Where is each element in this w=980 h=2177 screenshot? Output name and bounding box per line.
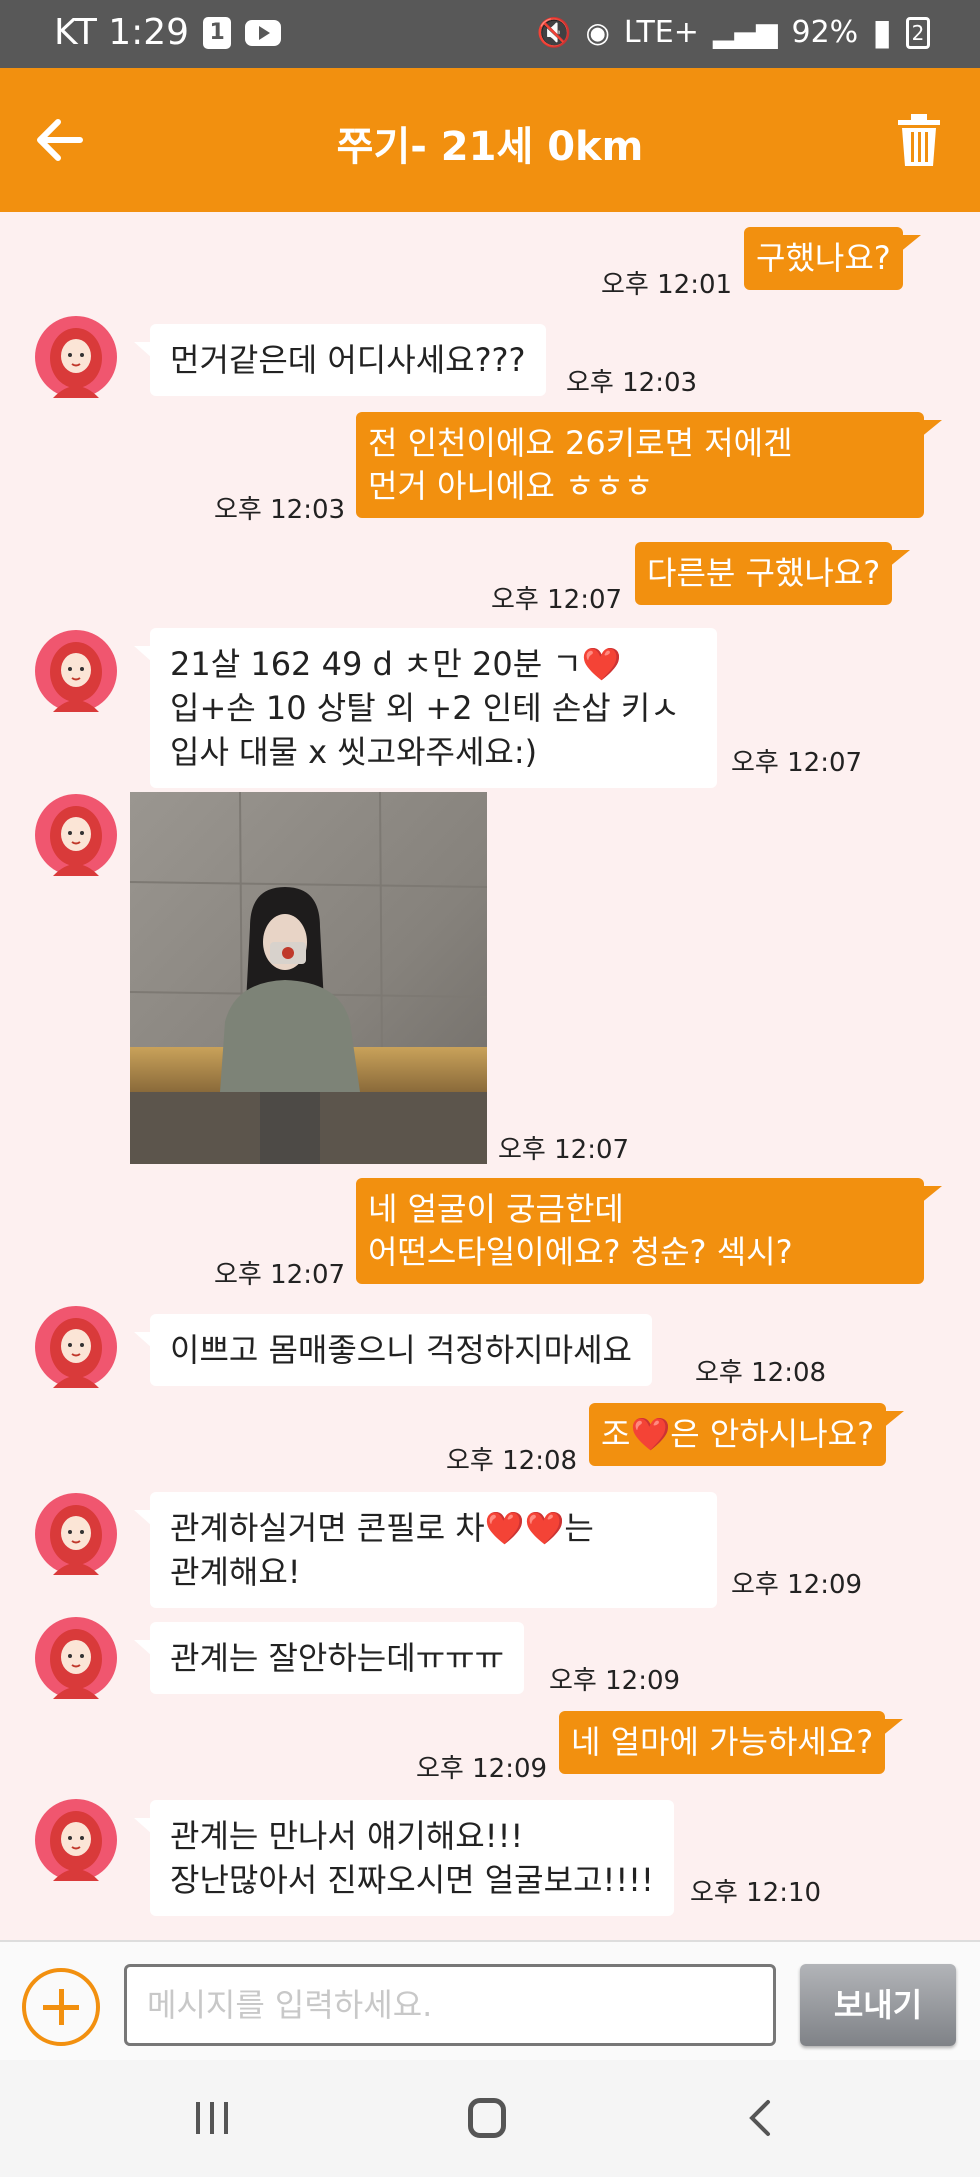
message-time: 오후 12:07 [498,1135,630,1165]
message-time: 오후 12:10 [690,1878,822,1908]
home-icon[interactable] [468,2098,506,2138]
sim-icon: 2 [906,16,930,49]
incoming-message[interactable]: 관계는 잘안하는데ㅠㅠㅠ [133,1622,525,1694]
battery-icon: ▮ [872,12,892,53]
battery-percent: 92% [791,15,859,50]
network-type: LTE+ [623,15,699,50]
carrier-time: KT 1:29 [54,12,190,53]
outgoing-message[interactable]: 네 얼굴이 궁금한데 어떤스타일이에요? 청순? 섹시? [356,1178,942,1284]
status-bar: KT 1:29 1 🔇 ◉ LTE+ ▂▄▆ 92% ▮ 2 [0,0,980,68]
incoming-message[interactable]: 이쁘고 몸매좋으니 걱정하지마세요 [134,1314,652,1386]
avatar-icon[interactable] [35,1617,117,1699]
shared-photo[interactable] [130,792,487,1164]
incoming-message[interactable]: 관계하실거면 콘필로 차❤️❤️는 관계해요! [134,1492,717,1608]
message-time: 오후 12:03 [566,368,698,398]
recents-icon[interactable] [192,2098,232,2138]
avatar-icon[interactable] [35,630,117,712]
youtube-icon [245,19,282,46]
status-left: KT 1:29 1 [54,12,282,53]
chat-title: 쭈기- 21세 0km [336,124,644,170]
message-time: 오후 12:01 [601,270,733,300]
message-time: 오후 12:08 [446,1446,578,1476]
hotspot-icon: ◉ [585,16,610,49]
message-time: 오후 12:07 [731,748,863,778]
send-button[interactable]: 보내기 [800,1964,956,2046]
avatar-icon[interactable] [35,1306,117,1388]
message-time: 오후 12:09 [416,1754,548,1784]
message-time: 오후 12:08 [695,1358,827,1388]
message-time: 오후 12:09 [731,1570,863,1600]
message-time: 오후 12:07 [491,585,623,615]
chat-area[interactable]: 오후 12:01 구했나요? 먼거같은데 어디사세요??? 오후 12:03 오… [0,212,980,1940]
status-right: 🔇 ◉ LTE+ ▂▄▆ 92% ▮ 2 [537,12,930,53]
app-bar: 쭈기- 21세 0km [0,68,980,212]
outgoing-message[interactable]: 네 얼마에 가능하세요? [559,1711,904,1774]
message-input[interactable] [124,1964,776,2046]
trash-icon[interactable] [896,114,942,166]
incoming-message[interactable]: 먼거같은데 어디사세요??? [134,324,546,396]
avatar-icon[interactable] [35,1493,117,1575]
avatar-icon[interactable] [35,1799,117,1881]
message-time: 오후 12:03 [214,495,346,525]
message-time: 오후 12:07 [214,1260,346,1290]
avatar-icon[interactable] [35,316,117,398]
message-time: 오후 12:09 [549,1666,681,1696]
app-notification-icon: 1 [203,16,232,49]
outgoing-message[interactable]: 조❤️은 안하시나요? [589,1403,905,1466]
mute-icon: 🔇 [536,16,572,49]
plus-circle-icon[interactable] [22,1968,100,2046]
back-chevron-icon[interactable] [744,2098,774,2138]
outgoing-message[interactable]: 구했나요? [744,227,921,290]
composer-bar: 보내기 [0,1940,980,2060]
outgoing-message[interactable]: 전 인천이에요 26키로면 저에겐 먼거 아니에요 ㅎㅎㅎ [356,412,942,518]
system-nav-bar [0,2060,980,2177]
signal-icon: ▂▄▆ [712,16,778,49]
incoming-message[interactable]: 21살 162 49 d ㅊ만 20분 ㄱ❤️ 입+손 10 상탈 외 +2 인… [134,628,717,788]
incoming-message[interactable]: 관계는 만나서 얘기해요!!! 장난많아서 진짜오시면 얼굴보고!!!! [134,1800,674,1916]
avatar-icon[interactable] [35,794,117,876]
outgoing-message[interactable]: 다른분 구했나요? [635,542,911,605]
